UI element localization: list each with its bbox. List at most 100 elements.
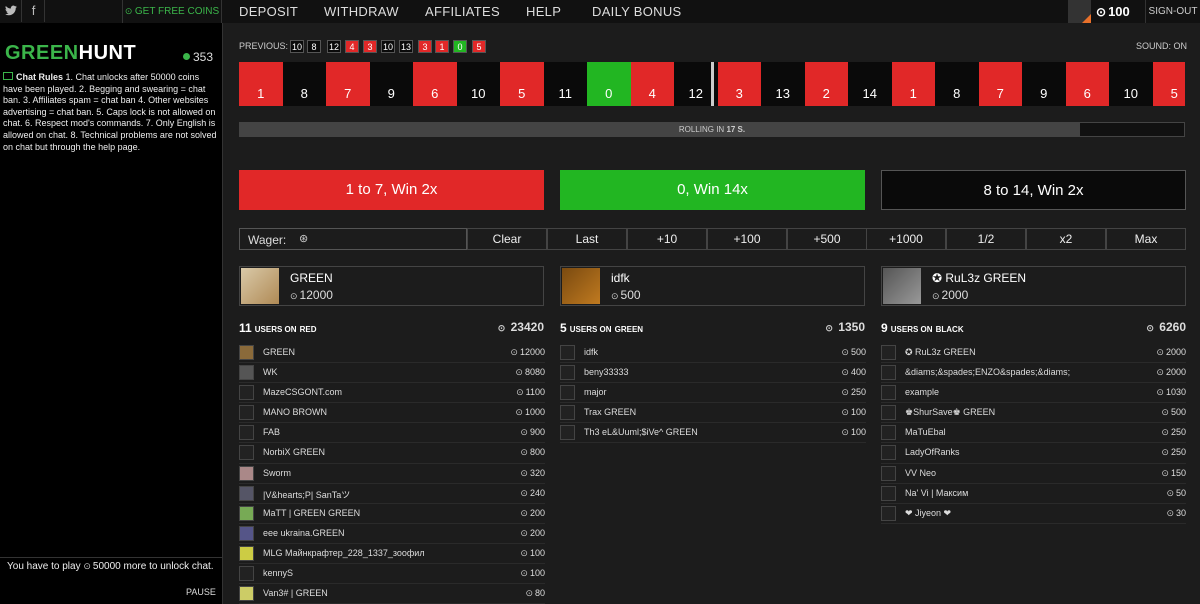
bettor-row: NorbiX GREEN ⊙ 800 bbox=[239, 443, 545, 464]
sound-toggle[interactable]: SOUND: ON bbox=[1136, 41, 1187, 51]
bettor-amount: ⊙ 2000 bbox=[1156, 367, 1186, 378]
bettor-row: |V&hearts;P| SanTaツ ⊙ 240 bbox=[239, 484, 545, 504]
avatar bbox=[239, 385, 254, 401]
bet-black-button[interactable]: 8 to 14, Win 2x bbox=[881, 170, 1186, 210]
coin-icon: ⊙ bbox=[1161, 407, 1169, 418]
avatar bbox=[560, 405, 575, 421]
nav-daily-bonus[interactable]: DAILY BONUS bbox=[592, 0, 682, 23]
bettor-name: GREEN bbox=[263, 347, 296, 357]
top-bettor-name: ✪ RuL3z GREEN bbox=[932, 271, 1027, 285]
bettor-row: LadyOfRanks ⊙ 250 bbox=[881, 443, 1186, 464]
bet-green-button[interactable]: 0, Win 14x bbox=[560, 170, 865, 210]
bettor-amount: ⊙ 500 bbox=[1161, 407, 1186, 418]
coin-icon: ⊙ bbox=[825, 323, 833, 333]
pause-button[interactable]: PAUSE bbox=[186, 587, 216, 597]
roulette-cell: 0 bbox=[587, 62, 631, 106]
avatar bbox=[239, 545, 254, 561]
wager-button[interactable]: +10 bbox=[627, 228, 707, 250]
bettor-amount: ⊙ 900 bbox=[520, 427, 545, 438]
avatar bbox=[239, 525, 254, 541]
chat-rules-text: 1. Chat unlocks after 50000 coins have b… bbox=[3, 72, 217, 152]
bettor-amount: ⊙ 1100 bbox=[516, 387, 545, 398]
chat-rules: Chat Rules 1. Chat unlocks after 50000 c… bbox=[3, 72, 221, 153]
green-total: ⊙ 1350 bbox=[825, 320, 865, 334]
roulette-cell: 6 bbox=[1065, 62, 1109, 106]
avatar bbox=[239, 485, 254, 501]
bettor-row: kennyS ⊙ 100 bbox=[239, 564, 545, 585]
coin-icon: ⊙ bbox=[290, 291, 298, 301]
roulette-cell: 7 bbox=[978, 62, 1022, 106]
bettor-amount: ⊙ 30 bbox=[1166, 507, 1186, 518]
logo[interactable]: GREENHUNT bbox=[5, 42, 136, 65]
divider bbox=[0, 557, 223, 558]
coin-icon: ⊙ bbox=[1161, 427, 1169, 438]
twitter-icon[interactable] bbox=[0, 0, 22, 22]
wager-button[interactable]: +100 bbox=[707, 228, 787, 250]
wager-button[interactable]: Max bbox=[1106, 228, 1186, 250]
bettor-row: MaTT | GREEN GREEN ⊙ 200 bbox=[239, 504, 545, 524]
bettor-row: Trax GREEN ⊙ 100 bbox=[560, 403, 866, 424]
rolling-text: ROLLING IN 17 S. bbox=[678, 125, 746, 134]
avatar bbox=[881, 485, 896, 501]
avatar bbox=[881, 425, 896, 441]
nav-withdraw[interactable]: WITHDRAW bbox=[324, 0, 399, 23]
bettor-name: ♚ShurSave♚ GREEN bbox=[905, 407, 996, 418]
wager-button[interactable]: +1000 bbox=[866, 228, 946, 250]
previous-result: 3 bbox=[363, 40, 377, 53]
bettor-name: WK bbox=[263, 367, 278, 378]
coin-icon: ⊛ bbox=[299, 233, 309, 245]
coin-icon: ⊙ bbox=[611, 291, 619, 301]
get-free-coins-button[interactable]: ⊙ GET FREE COINS bbox=[122, 0, 222, 23]
bet-red-button[interactable]: 1 to 7, Win 2x bbox=[239, 170, 544, 210]
top-bettor-name: GREEN bbox=[290, 271, 333, 285]
roulette-cell: 13 bbox=[761, 62, 805, 106]
facebook-icon[interactable]: f bbox=[23, 0, 45, 22]
coin-icon: ⊙ bbox=[1096, 5, 1107, 19]
avatar bbox=[239, 505, 254, 521]
green-bettors-list: idfk ⊙ 500 beny33333 ⊙ 400 major ⊙ 250 Trax GREEN… bbox=[560, 343, 866, 444]
roulette-cell: 5 bbox=[1152, 62, 1185, 106]
bettor-row: major ⊙ 250 bbox=[560, 383, 866, 404]
previous-label: PREVIOUS: bbox=[239, 41, 289, 51]
roulette-cell: 10 bbox=[456, 62, 500, 106]
wager-button[interactable]: x2 bbox=[1026, 228, 1106, 250]
avatar bbox=[883, 268, 921, 304]
wager-button[interactable]: 1/2 bbox=[946, 228, 1026, 250]
bettor-name: kennyS bbox=[263, 568, 294, 579]
nav-affiliates[interactable]: AFFILIATES bbox=[425, 0, 500, 23]
bettor-amount: ⊙ 80 bbox=[525, 588, 545, 599]
nav-help[interactable]: HELP bbox=[526, 0, 561, 23]
wager-input[interactable]: Wager: ⊛ bbox=[239, 228, 467, 250]
bettor-row: Sworm ⊙ 320 bbox=[239, 464, 545, 484]
bettor-amount: ⊙ 200 bbox=[520, 507, 545, 518]
avatar[interactable] bbox=[1068, 0, 1091, 23]
avatar bbox=[239, 405, 254, 421]
previous-result: 8 bbox=[307, 40, 321, 53]
users-on-green-count: 5 USERS ON GREEN bbox=[560, 321, 644, 335]
chat-sidebar: GREENHUNT 353 Chat Rules 1. Chat unlocks… bbox=[0, 23, 223, 604]
avatar bbox=[239, 425, 254, 441]
bettor-row: example ⊙ 1030 bbox=[881, 383, 1186, 404]
coin-icon: ⊙ bbox=[841, 367, 849, 378]
wager-button[interactable]: +500 bbox=[787, 228, 867, 250]
bettor-name: VV Neo bbox=[905, 467, 937, 478]
bettor-amount: ⊙ 200 bbox=[520, 527, 545, 538]
wager-button[interactable]: Last bbox=[547, 228, 627, 250]
bettor-name: FAB bbox=[263, 427, 281, 438]
avatar bbox=[881, 405, 896, 421]
bettor-amount: ⊙ 250 bbox=[1161, 427, 1186, 438]
bettor-name: MANO BROWN bbox=[263, 407, 327, 418]
bettor-name: MLG Майнкрафтер_228_1337_зоофил bbox=[263, 547, 425, 558]
top-bettor-black: ✪ RuL3z GREEN ⊙ 2000 bbox=[881, 266, 1186, 306]
bettor-row: WK ⊙ 8080 bbox=[239, 363, 545, 384]
avatar bbox=[239, 445, 254, 461]
sign-out-button[interactable]: SIGN-OUT bbox=[1145, 0, 1200, 23]
wager-button[interactable]: Clear bbox=[467, 228, 547, 250]
roulette-cell: 8 bbox=[935, 62, 979, 106]
coin-icon: ⊙ bbox=[841, 427, 849, 438]
previous-result: 10 bbox=[290, 40, 304, 53]
roulette-cell: 10 bbox=[1109, 62, 1153, 106]
avatar bbox=[560, 385, 575, 401]
bettor-name: major bbox=[584, 387, 607, 398]
nav-deposit[interactable]: DEPOSIT bbox=[239, 0, 298, 23]
